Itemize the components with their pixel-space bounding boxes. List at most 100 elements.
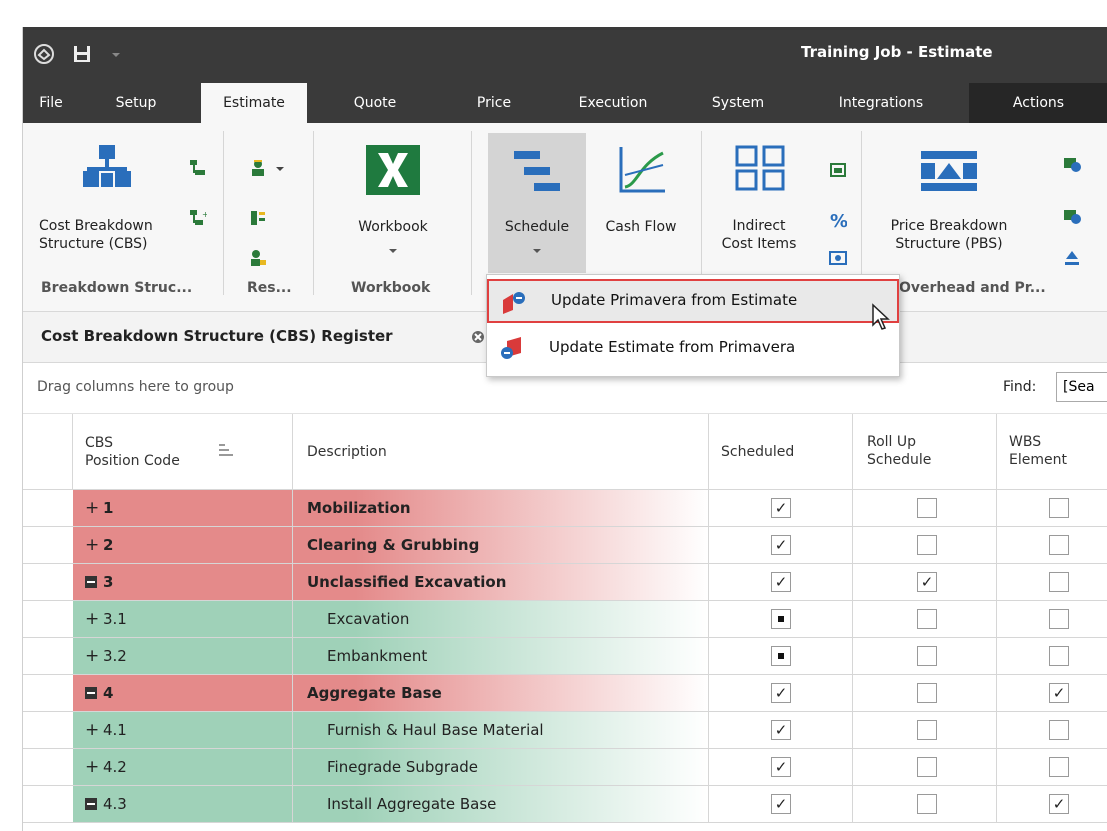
row-indicator[interactable] (23, 786, 73, 823)
row-indicator[interactable] (23, 527, 73, 564)
indirect-cost-items-button[interactable]: Indirect Cost Items (707, 133, 811, 273)
tab-execution[interactable]: Execution (563, 83, 663, 123)
rollup-checkbox[interactable] (917, 535, 937, 555)
table-row[interactable]: 4 Aggregate Base ✓ ✓ (23, 675, 1107, 712)
rollup-checkbox[interactable] (917, 720, 937, 740)
cell-description[interactable]: Excavation (293, 601, 709, 638)
expand-icon[interactable]: + (85, 490, 103, 527)
expand-icon[interactable]: + (85, 638, 103, 675)
cell-cbs-code[interactable]: +3.1 (73, 601, 293, 638)
crew-icon[interactable] (249, 159, 267, 177)
wbs-checkbox[interactable] (1049, 535, 1069, 555)
rollup-checkbox[interactable] (917, 498, 937, 518)
wbs-checkbox[interactable] (1049, 498, 1069, 518)
tree-add-icon[interactable] (189, 159, 207, 177)
cell-cbs-code[interactable]: +1 (73, 490, 293, 527)
wbs-checkbox[interactable] (1049, 646, 1069, 666)
close-panel-icon[interactable] (471, 330, 485, 344)
tab-integrations[interactable]: Integrations (826, 83, 936, 123)
percent-icon[interactable]: % (829, 211, 847, 229)
find-input[interactable] (1056, 372, 1107, 402)
scheduled-checkbox[interactable]: ✓ (771, 572, 791, 592)
tab-quote[interactable]: Quote (345, 83, 405, 123)
scheduled-checkbox[interactable] (771, 646, 791, 666)
expand-icon[interactable]: + (85, 601, 103, 638)
wbs-checkbox[interactable] (1049, 720, 1069, 740)
expand-icon[interactable]: + (85, 749, 103, 786)
expand-icon[interactable]: + (85, 712, 103, 749)
row-indicator[interactable] (23, 712, 73, 749)
row-indicator[interactable] (23, 638, 73, 675)
cbs-button[interactable]: Cost Breakdown Structure (CBS) (33, 133, 173, 263)
cell-description[interactable]: Mobilization (293, 490, 709, 527)
tab-setup[interactable]: Setup (103, 83, 169, 123)
cell-description[interactable]: Unclassified Excavation (293, 564, 709, 601)
table-row[interactable]: +4.1 Furnish & Haul Base Material ✓ (23, 712, 1107, 749)
rollup-checkbox[interactable] (917, 683, 937, 703)
collapse-icon[interactable] (85, 576, 97, 588)
scheduled-checkbox[interactable]: ✓ (771, 720, 791, 740)
rollup-checkbox[interactable] (917, 646, 937, 666)
cell-description[interactable]: Furnish & Haul Base Material (293, 712, 709, 749)
resource-list-icon[interactable] (249, 209, 267, 227)
scheduled-checkbox[interactable]: ✓ (771, 794, 791, 814)
header-scheduled[interactable]: Scheduled (709, 414, 853, 490)
update-primavera-from-estimate-item[interactable]: Update Primavera from Estimate (487, 279, 899, 330)
row-indicator[interactable] (23, 675, 73, 712)
scheduled-checkbox[interactable] (771, 609, 791, 629)
cell-description[interactable]: Install Aggregate Base (293, 786, 709, 823)
cell-cbs-code[interactable]: +2 (73, 527, 293, 564)
cell-cbs-code[interactable]: +4.2 (73, 749, 293, 786)
header-cbs-position-code[interactable]: CBS Position Code (73, 414, 293, 490)
tab-system[interactable]: System (703, 83, 773, 123)
crew-dropdown-icon[interactable] (275, 165, 285, 173)
rollup-checkbox[interactable]: ✓ (917, 572, 937, 592)
table-row[interactable]: +2 Clearing & Grubbing ✓ (23, 527, 1107, 564)
wbs-checkbox[interactable] (1049, 572, 1069, 592)
cell-cbs-code[interactable]: +4.1 (73, 712, 293, 749)
tab-file[interactable]: File (23, 83, 79, 123)
cell-description[interactable]: Clearing & Grubbing (293, 527, 709, 564)
table-row[interactable]: +1 Mobilization ✓ (23, 490, 1107, 527)
table-row[interactable]: +4.2 Finegrade Subgrade ✓ (23, 749, 1107, 786)
save-icon[interactable] (71, 43, 93, 65)
rollup-checkbox[interactable] (917, 794, 937, 814)
cashflow-button[interactable]: Cash Flow (589, 133, 693, 273)
rollup-checkbox[interactable] (917, 757, 937, 777)
align-icon[interactable] (1063, 249, 1081, 267)
cell-cbs-code[interactable]: 4.3 (73, 786, 293, 823)
update-estimate-from-primavera-item[interactable]: Update Estimate from Primavera (487, 326, 899, 370)
schedule-button[interactable]: Schedule (488, 133, 586, 273)
header-wbs-element[interactable]: WBS Element (997, 414, 1107, 490)
price-add-icon[interactable] (1063, 155, 1081, 173)
cell-cbs-code[interactable]: +3.2 (73, 638, 293, 675)
scheduled-checkbox[interactable]: ✓ (771, 757, 791, 777)
quick-access-dropdown-icon[interactable] (105, 43, 127, 65)
wbs-checkbox[interactable]: ✓ (1049, 794, 1069, 814)
rollup-checkbox[interactable] (917, 609, 937, 629)
row-indicator[interactable] (23, 749, 73, 786)
cell-cbs-code[interactable]: 3 (73, 564, 293, 601)
wbs-checkbox[interactable] (1049, 609, 1069, 629)
wbs-checkbox[interactable] (1049, 757, 1069, 777)
header-rollup-schedule[interactable]: Roll Up Schedule (853, 414, 997, 490)
tab-estimate[interactable]: Estimate (201, 83, 307, 123)
table-row[interactable]: +3.1 Excavation (23, 601, 1107, 638)
row-indicator[interactable] (23, 564, 73, 601)
price-grid-icon[interactable] (1063, 207, 1081, 225)
cell-description[interactable]: Embankment (293, 638, 709, 675)
cell-cbs-code[interactable]: 4 (73, 675, 293, 712)
collapse-icon[interactable] (85, 687, 97, 699)
row-indicator[interactable] (23, 601, 73, 638)
wbs-checkbox[interactable]: ✓ (1049, 683, 1069, 703)
tree-insert-icon[interactable]: + (189, 209, 207, 227)
pbs-button[interactable]: Price Breakdown Structure (PBS) (875, 133, 1023, 273)
resource-cost-icon[interactable] (249, 249, 267, 267)
calendar-icon[interactable] (829, 161, 847, 179)
table-row[interactable]: +3.2 Embankment (23, 638, 1107, 675)
scheduled-checkbox[interactable]: ✓ (771, 535, 791, 555)
collapse-icon[interactable] (85, 798, 97, 810)
cell-description[interactable]: Finegrade Subgrade (293, 749, 709, 786)
scheduled-checkbox[interactable]: ✓ (771, 498, 791, 518)
table-row[interactable]: 4.3 Install Aggregate Base ✓ ✓ (23, 786, 1107, 823)
